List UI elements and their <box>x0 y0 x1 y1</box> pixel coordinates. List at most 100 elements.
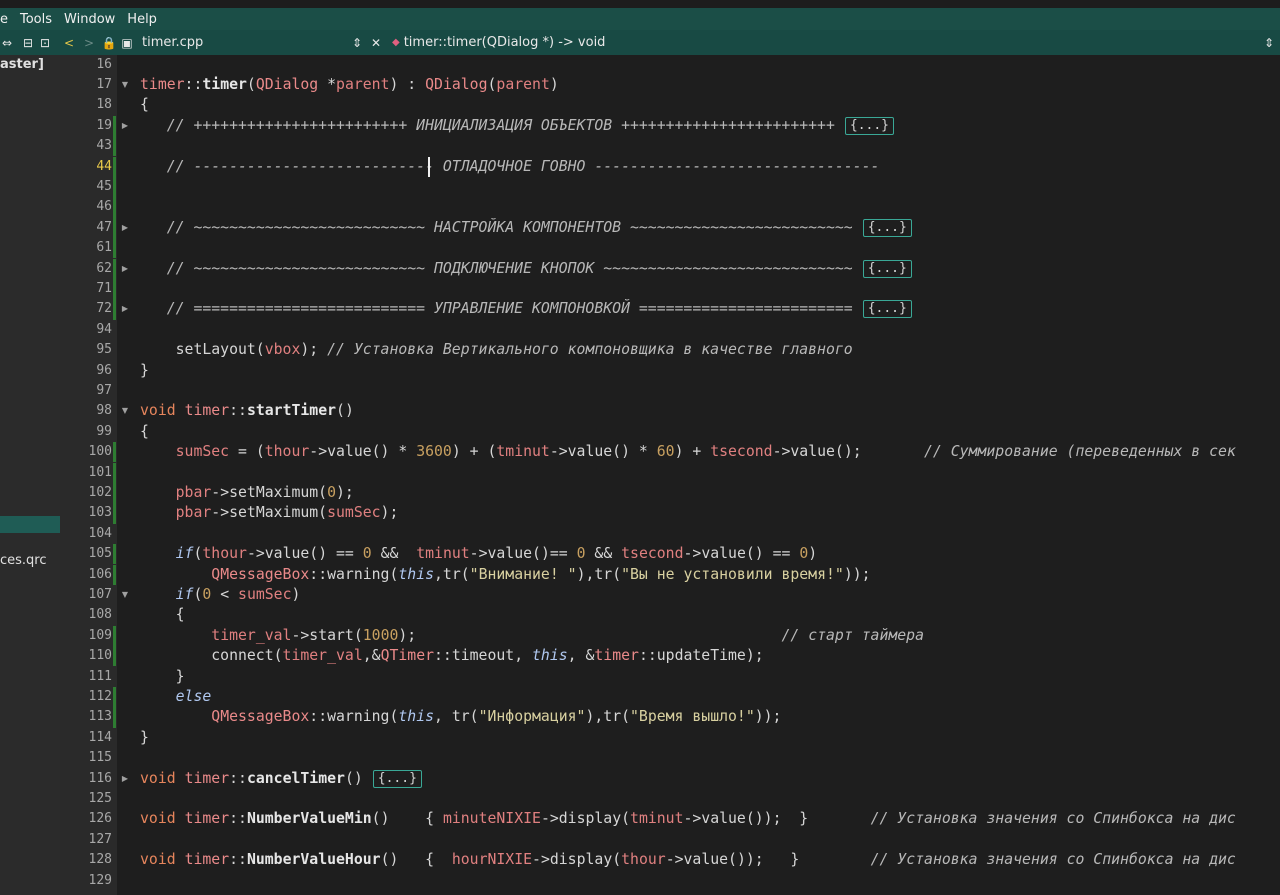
folded-block-button[interactable]: {...} <box>862 218 912 237</box>
line-number[interactable]: 103 <box>60 503 112 523</box>
line-number[interactable]: 102 <box>60 483 112 503</box>
code-line[interactable]: if(0 < sumSec) <box>140 585 301 605</box>
symbol-dropdown-icon[interactable]: ⇕ <box>1264 33 1274 53</box>
line-number[interactable]: 46 <box>60 197 112 217</box>
line-number[interactable]: 16 <box>60 55 112 75</box>
split-icon[interactable]: ⊟ <box>20 33 36 53</box>
fold-collapsed-icon[interactable]: ▶ <box>121 259 129 279</box>
line-number[interactable]: 94 <box>60 320 112 340</box>
line-number[interactable]: 116 <box>60 769 112 789</box>
folded-block-button[interactable]: {...} <box>372 769 422 788</box>
code-line[interactable]: // ++++++++++++++++++++++++ ИНИЦИАЛИЗАЦИ… <box>140 116 895 136</box>
code-line[interactable]: QMessageBox::warning(this, tr("Информаци… <box>140 707 781 727</box>
line-number[interactable]: 128 <box>60 850 112 870</box>
sync-icon[interactable]: ⇔ <box>0 33 14 53</box>
line-number[interactable]: 100 <box>60 442 112 462</box>
menu-window[interactable]: Window <box>58 12 121 27</box>
code-line[interactable]: // ~~~~~~~~~~~~~~~~~~~~~~~~~~ ПОДКЛЮЧЕНИ… <box>140 259 912 279</box>
line-number[interactable]: 108 <box>60 605 112 625</box>
symbol-selector[interactable]: timer::timer(QDialog *) -> void <box>404 35 606 50</box>
line-number[interactable]: 47 <box>60 218 112 238</box>
line-number[interactable]: 43 <box>60 136 112 156</box>
fold-collapsed-icon[interactable]: ▶ <box>121 769 129 789</box>
menu-tools[interactable]: Tools <box>14 12 58 27</box>
line-number[interactable]: 62 <box>60 259 112 279</box>
code-line[interactable]: pbar->setMaximum(sumSec); <box>140 503 399 523</box>
line-number[interactable]: 109 <box>60 626 112 646</box>
code-line[interactable]: } <box>140 361 149 381</box>
fold-collapsed-icon[interactable]: ▶ <box>121 218 129 238</box>
line-number[interactable]: 97 <box>60 381 112 401</box>
line-number[interactable]: 115 <box>60 748 112 768</box>
line-number[interactable]: 45 <box>60 177 112 197</box>
code-line[interactable]: connect(timer_val,&QTimer::timeout, this… <box>140 646 763 666</box>
code-line[interactable]: { <box>140 605 185 625</box>
resource-file[interactable]: ces.qrc <box>0 553 47 568</box>
line-number[interactable]: 44 <box>60 157 112 177</box>
code-line[interactable]: // ~~~~~~~~~~~~~~~~~~~~~~~~~~ НАСТРОЙКА … <box>140 218 912 238</box>
forward-icon[interactable]: > <box>82 33 96 53</box>
code-line[interactable]: // --------------------------- ОТЛАДОЧНО… <box>140 157 880 177</box>
line-number[interactable]: 129 <box>60 871 112 891</box>
menu-help[interactable]: Help <box>121 12 163 27</box>
code-line[interactable]: sumSec = (thour->value() * 3600) + (tmin… <box>140 442 1236 462</box>
code-line[interactable]: QMessageBox::warning(this,tr("Внимание! … <box>140 565 870 585</box>
line-number[interactable]: 101 <box>60 463 112 483</box>
fold-expanded-icon[interactable]: ▼ <box>121 75 129 95</box>
line-number[interactable]: 125 <box>60 789 112 809</box>
line-number[interactable]: 105 <box>60 544 112 564</box>
code-line[interactable]: timer::timer(QDialog *parent) : QDialog(… <box>140 75 559 95</box>
line-number[interactable]: 96 <box>60 361 112 381</box>
line-number[interactable]: 17 <box>60 75 112 95</box>
code-line[interactable]: } <box>140 728 149 748</box>
code-line[interactable]: void timer::startTimer() <box>140 401 354 421</box>
line-number[interactable]: 106 <box>60 565 112 585</box>
code-line[interactable]: else <box>140 687 212 707</box>
code-line[interactable]: { <box>140 422 149 442</box>
line-number[interactable]: 111 <box>60 667 112 687</box>
line-number[interactable]: 98 <box>60 401 112 421</box>
code-line[interactable]: // ========================== УПРАВЛЕНИЕ… <box>140 299 912 319</box>
fold-expanded-icon[interactable]: ▼ <box>121 401 129 421</box>
menu-file[interactable]: e <box>0 12 14 27</box>
folded-block-button[interactable]: {...} <box>844 116 895 135</box>
line-number[interactable]: 127 <box>60 830 112 850</box>
line-number[interactable]: 114 <box>60 728 112 748</box>
folded-block-button[interactable]: {...} <box>862 300 912 319</box>
folded-block-button[interactable]: {...} <box>862 259 912 278</box>
code-line[interactable]: void timer::NumberValueHour() { hourNIXI… <box>140 850 1236 870</box>
close-split-icon[interactable]: ⊡ <box>38 33 52 53</box>
fold-expanded-icon[interactable]: ▼ <box>121 585 129 605</box>
line-number[interactable]: 95 <box>60 340 112 360</box>
line-number[interactable]: 110 <box>60 646 112 666</box>
change-marker <box>113 238 116 259</box>
code-line[interactable]: setLayout(vbox); // Установка Вертикальн… <box>140 340 853 360</box>
line-number[interactable]: 126 <box>60 809 112 829</box>
line-number[interactable]: 107 <box>60 585 112 605</box>
line-number[interactable]: 104 <box>60 524 112 544</box>
line-number[interactable]: 61 <box>60 238 112 258</box>
fold-collapsed-icon[interactable]: ▶ <box>121 299 129 319</box>
branch-label[interactable]: aster] <box>0 57 44 72</box>
fold-collapsed-icon[interactable]: ▶ <box>121 116 129 136</box>
line-number[interactable]: 18 <box>60 95 112 115</box>
code-line[interactable]: { <box>140 95 149 115</box>
line-number[interactable]: 113 <box>60 707 112 727</box>
line-number[interactable]: 112 <box>60 687 112 707</box>
line-number[interactable]: 71 <box>60 279 112 299</box>
line-number[interactable]: 72 <box>60 299 112 319</box>
code-line[interactable]: } <box>140 667 185 687</box>
line-number[interactable]: 99 <box>60 422 112 442</box>
file-dropdown-icon[interactable]: ⇕ <box>352 33 362 53</box>
code-line[interactable]: void timer::cancelTimer() {...} <box>140 769 422 789</box>
code-line[interactable]: void timer::NumberValueMin() { minuteNIX… <box>140 809 1236 829</box>
file-selector[interactable]: timer.cpp <box>142 35 352 50</box>
code-line[interactable]: pbar->setMaximum(0); <box>140 483 354 503</box>
sidebar-selected-item[interactable] <box>0 516 60 533</box>
code-line[interactable]: timer_val->start(1000); // старт таймера <box>140 626 924 646</box>
back-icon[interactable]: < <box>62 33 76 53</box>
code-line[interactable]: if(thour->value() == 0 && tminut->value(… <box>140 544 818 564</box>
change-marker <box>113 503 116 524</box>
close-file-icon[interactable]: ✕ <box>368 33 384 53</box>
line-number[interactable]: 19 <box>60 116 112 136</box>
